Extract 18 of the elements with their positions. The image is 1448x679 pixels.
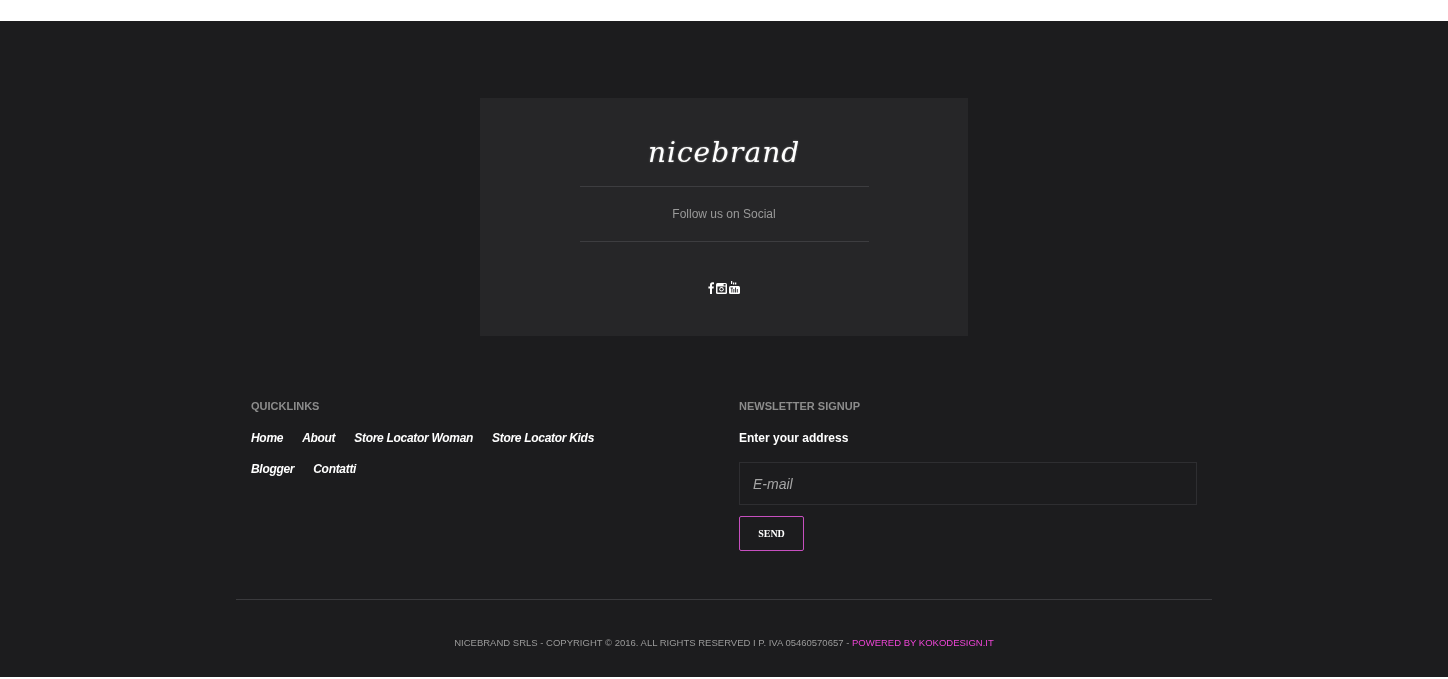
powered-by-link[interactable]: POWERED BY KOKODESIGN.IT xyxy=(851,637,994,648)
brand-logo: nicebrand xyxy=(647,135,801,171)
youtube-icon[interactable] xyxy=(729,281,740,294)
facebook-icon[interactable] xyxy=(708,282,714,294)
address-label: Enter your address xyxy=(739,430,849,447)
email-field[interactable]: E-mail xyxy=(739,462,1197,505)
quicklinks-heading: QUICKLINKS xyxy=(251,399,320,414)
quicklink[interactable]: Contatti xyxy=(313,460,357,478)
quicklink[interactable]: Store Locator Kids xyxy=(492,429,594,447)
instagram-icon[interactable] xyxy=(716,283,727,294)
follow-text: Follow us on Social xyxy=(672,206,776,223)
copyright-text: NICEBRAND SRLS - COPYRIGHT © 2016. ALL RIGHTS RESERVED I P. IVA 05460570657 - POWERED BY KOKODESIGN.IT xyxy=(454,636,994,650)
quicklink[interactable]: Store Locator Woman xyxy=(354,429,474,447)
newsletter-heading: NEWSLETTER SIGNUP xyxy=(739,399,860,414)
quicklink[interactable]: Home xyxy=(251,429,284,447)
send-button[interactable]: SEND xyxy=(739,516,804,551)
quicklink[interactable]: Blogger xyxy=(251,460,295,478)
quicklink[interactable]: About xyxy=(302,429,336,447)
